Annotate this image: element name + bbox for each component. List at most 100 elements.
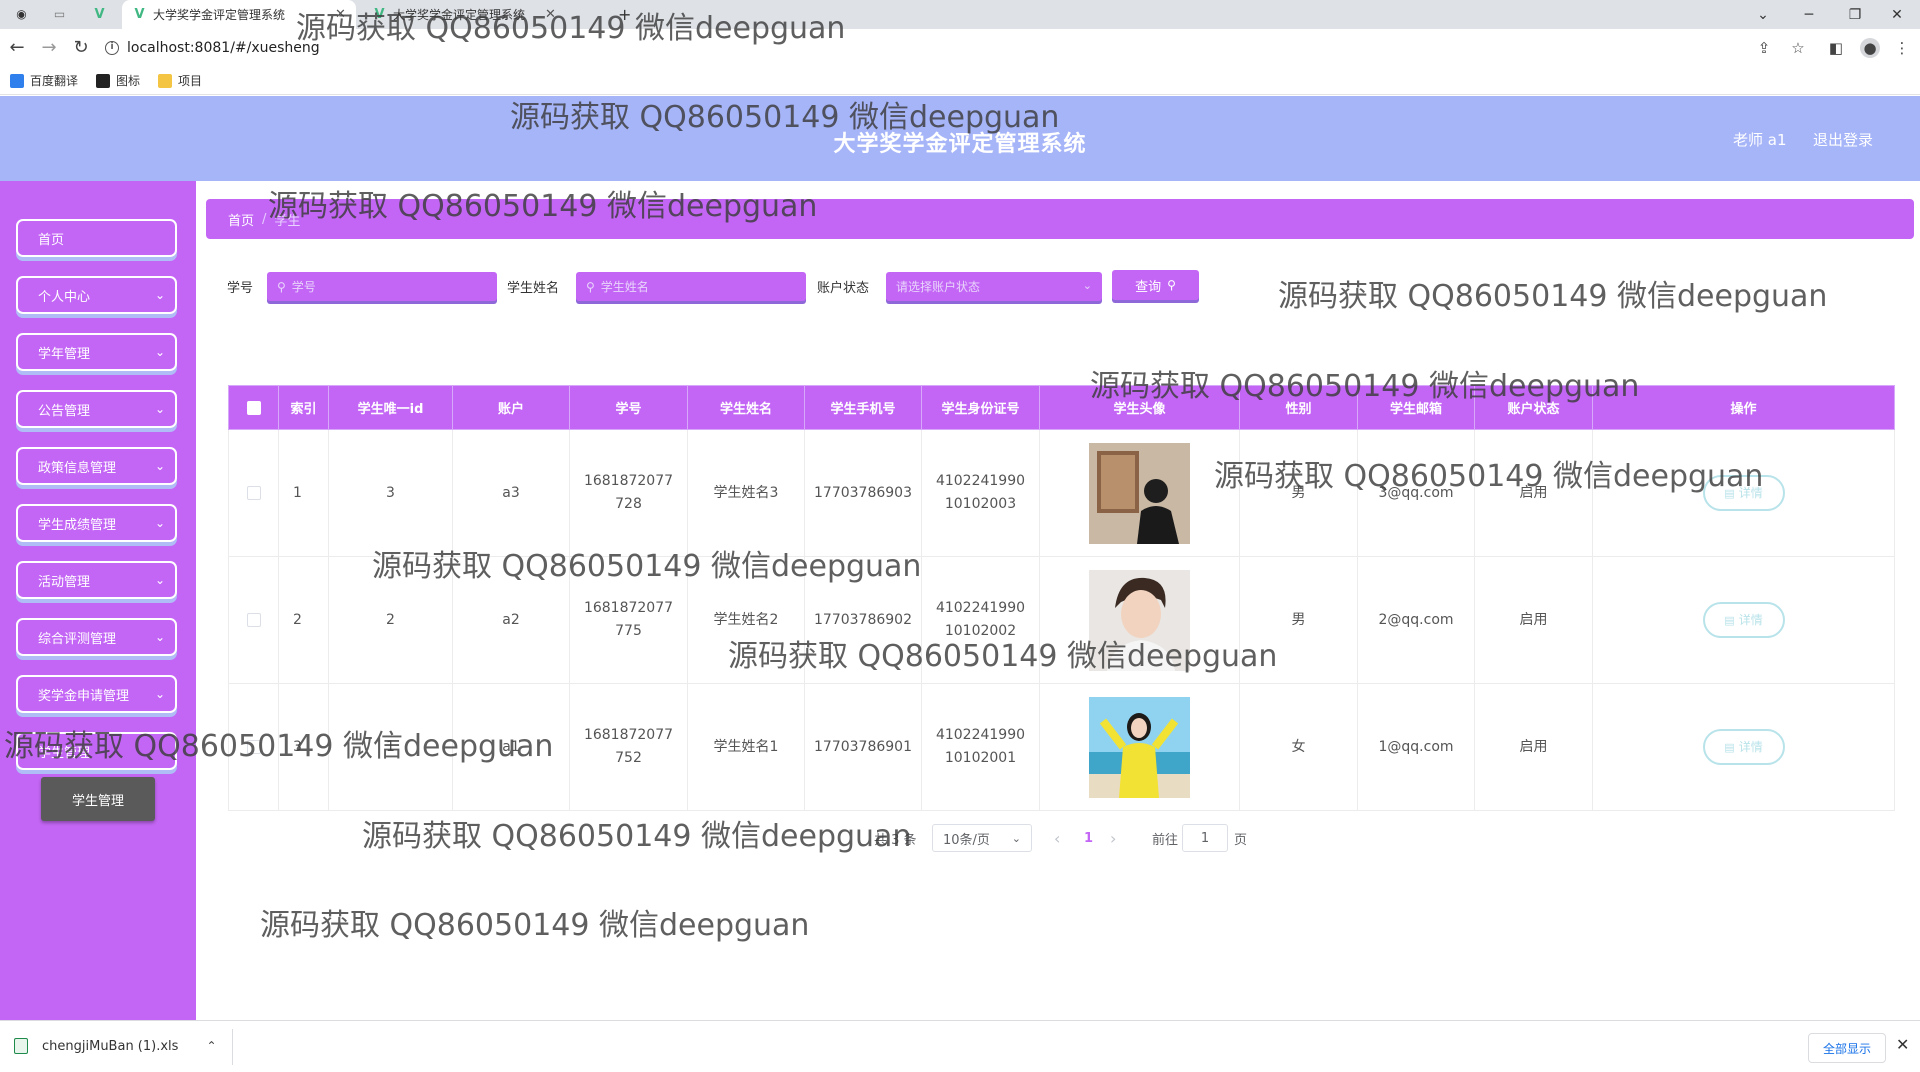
sidebar-item-students[interactable]: 学生管理 (16, 732, 177, 770)
column-header: 索引 (278, 385, 329, 430)
student-avatar-image (1089, 442, 1190, 544)
next-page-button[interactable]: › (1110, 824, 1116, 852)
tab-app-2[interactable]: V 大学奖学金评定管理系统 ✕ (372, 0, 556, 29)
cell-gender: 男 (1239, 429, 1358, 557)
show-all-button[interactable]: 全部显示 (1808, 1033, 1886, 1063)
profile-avatar-icon[interactable]: ● (1860, 38, 1880, 58)
query-button[interactable]: 查询 ⚲ (1112, 270, 1199, 300)
page-icon: ▭ (53, 7, 66, 21)
cell-avatar (1039, 556, 1240, 684)
window-close-button[interactable]: ✕ (1874, 0, 1920, 29)
row-checkbox[interactable] (246, 739, 261, 754)
sidebar-item-activities[interactable]: 活动管理 ⌄ (16, 561, 177, 599)
select-all-checkbox[interactable] (246, 400, 261, 415)
row-checkbox[interactable] (246, 612, 261, 627)
logout-link[interactable]: 退出登录 (1813, 129, 1873, 150)
page-number-current[interactable]: 1 (1084, 824, 1093, 852)
tab-title: 大学奖学金评定管理系统 (153, 8, 286, 22)
row-checkbox-cell[interactable] (228, 429, 279, 557)
cell-name: 学生姓名1 (687, 683, 805, 811)
goto-page-input[interactable]: 1 (1182, 824, 1228, 852)
sidebar-subitem-student-management[interactable]: 学生管理 (41, 777, 155, 821)
page-size-select[interactable]: 10条/页 ⌄ (932, 824, 1032, 852)
column-header: 学生手机号 (804, 385, 922, 430)
row-checkbox[interactable] (246, 485, 261, 500)
sidebar-item-profile[interactable]: 个人中心 ⌄ (16, 276, 177, 314)
reload-icon[interactable]: ↻ (70, 37, 92, 59)
sidebar-item-policy[interactable]: 政策信息管理 ⌄ (16, 447, 177, 485)
cell-email: 2@qq.com (1357, 556, 1475, 684)
cell-name: 学生姓名2 (687, 556, 805, 684)
bookmark-star-icon[interactable]: ☆ (1788, 38, 1808, 58)
student-no-input[interactable]: ⚲ 学号 (267, 272, 497, 301)
sidebar-item-notices[interactable]: 公告管理 ⌄ (16, 390, 177, 428)
address-bar[interactable]: i localhost:8081/#/xuesheng (105, 34, 1765, 62)
student-avatar-image (1089, 569, 1190, 671)
search-icon: ⚲ (1167, 278, 1176, 292)
forward-arrow-icon[interactable]: → (38, 37, 60, 59)
bookmark-item[interactable]: 百度翻译 (10, 72, 78, 89)
detail-button[interactable]: ▤ 详情 (1702, 475, 1785, 511)
browser-tabstrip: ◉ ▭ V V 大学奖学金评定管理系统 ✕ V 大学奖学金评定管理系统 ✕ + … (0, 0, 1920, 29)
share-icon[interactable]: ⇪ (1754, 38, 1774, 58)
download-item[interactable]: chengjiMuBan (1).xls ⌃ (14, 1035, 217, 1057)
table-row: 3 1 a1 1681872077752 学生姓名1 17703786901 4… (228, 683, 1895, 811)
main-content: 首页 / 学生 学号 ⚲ 学号 学生姓名 ⚲ 学生姓名 账户状态 请选择账户状态… (196, 181, 1920, 1020)
select-all-checkbox-cell[interactable] (228, 385, 279, 430)
tab-search-icon[interactable]: ◉ (14, 0, 29, 29)
side-panel-icon[interactable]: ◧ (1826, 38, 1846, 58)
menu-kebab-icon[interactable]: ⋮ (1892, 38, 1912, 58)
goto-label: 前往 (1152, 832, 1179, 848)
page-size-value: 10条/页 (943, 832, 990, 848)
row-checkbox-cell[interactable] (228, 556, 279, 684)
cell-account: a1 (452, 683, 570, 811)
chevron-down-icon: ⌄ (154, 345, 165, 359)
sidebar-item-home[interactable]: 首页 (16, 219, 177, 257)
maximize-button[interactable]: ❐ (1832, 0, 1878, 29)
column-header: 性别 (1239, 385, 1358, 430)
input-placeholder: 学号 (291, 280, 316, 294)
cell-phone: 17703786903 (804, 429, 922, 557)
tab-app-1[interactable]: V 大学奖学金评定管理系统 ✕ (122, 0, 356, 29)
prev-page-button[interactable]: ‹ (1054, 824, 1060, 852)
current-user: 老师 a1 (1733, 131, 1787, 149)
pagination: 共 3 条 10条/页 ⌄ ‹ 1 › 前往 1 页 (196, 824, 1920, 852)
new-tab-button[interactable]: + (618, 0, 631, 29)
close-icon[interactable]: ✕ (545, 7, 556, 22)
table-row: 1 3 a3 1681872077728 学生姓名3 17703786903 4… (228, 429, 1895, 557)
sidebar-item-label: 学年管理 (38, 346, 91, 362)
student-name-input[interactable]: ⚲ 学生姓名 (576, 272, 806, 301)
row-checkbox-cell[interactable] (228, 683, 279, 811)
tab-search-dropdown[interactable]: ⌄ (1740, 0, 1786, 29)
cell-account: a2 (452, 556, 570, 684)
tab-vue[interactable]: V (92, 0, 107, 29)
bookmark-item[interactable]: 图标 (96, 72, 140, 89)
vue-icon: V (134, 7, 145, 22)
close-icon[interactable]: ✕ (335, 7, 346, 22)
chevron-up-icon[interactable]: ⌃ (206, 1039, 216, 1053)
back-arrow-icon[interactable]: ← (6, 37, 28, 59)
minimize-button[interactable]: ─ (1786, 0, 1832, 29)
tab-blank[interactable]: ▭ (52, 0, 67, 29)
sidebar-item-label: 综合评测管理 (38, 631, 117, 647)
cell-status: 启用 (1474, 683, 1593, 811)
sidebar-item-evaluation[interactable]: 综合评测管理 ⌄ (16, 618, 177, 656)
table-header-row: 索引 学生唯一id 账户 学号 学生姓名 学生手机号 学生身份证号 学生头像 性… (228, 385, 1895, 430)
cell-index: 1 (278, 429, 329, 557)
detail-button[interactable]: ▤ 详情 (1702, 602, 1785, 638)
cell-gender: 女 (1239, 683, 1358, 811)
breadcrumb-home[interactable]: 首页 (228, 210, 254, 229)
detail-button[interactable]: ▤ 详情 (1702, 729, 1785, 765)
vue-icon: V (374, 7, 385, 22)
cell-status: 启用 (1474, 429, 1593, 557)
sidebar-item-grades[interactable]: 学生成绩管理 ⌄ (16, 504, 177, 542)
cell-action: ▤ 详情 (1592, 683, 1895, 811)
url-text: localhost:8081/#/xuesheng (127, 40, 320, 56)
query-button-label: 查询 (1135, 279, 1162, 295)
account-status-select[interactable]: 请选择账户状态 ⌄ (886, 272, 1102, 301)
bookmark-item[interactable]: 项目 (158, 72, 202, 89)
sidebar-item-scholarship[interactable]: 奖学金申请管理 ⌄ (16, 675, 177, 713)
sidebar-item-school-year[interactable]: 学年管理 ⌄ (16, 333, 177, 371)
info-icon[interactable]: i (105, 41, 119, 55)
close-icon[interactable]: ✕ (1896, 1035, 1909, 1054)
